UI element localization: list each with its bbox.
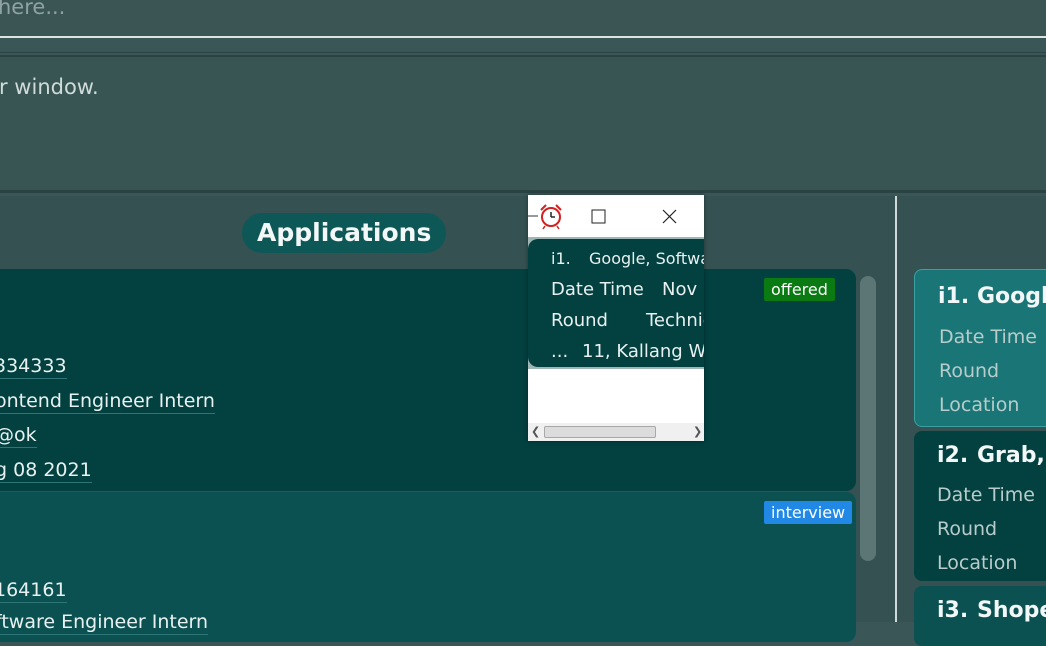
result-text: r window. — [0, 75, 99, 99]
application-role: ftware Engineer Intern — [0, 611, 209, 635]
interview-round-label: Round — [939, 360, 1000, 382]
interview-company: Shope — [977, 598, 1046, 623]
interview-location-label: Location — [937, 552, 1018, 574]
close-icon[interactable] — [662, 209, 677, 224]
reminder-window[interactable]: i1. Google, Software Date Time Nov Round… — [528, 195, 704, 441]
reminder-datetime-value: Nov — [662, 279, 698, 300]
scroll-left-arrow-icon[interactable]: ❮ — [531, 425, 540, 438]
interview-card[interactable]: i3. Shope — [914, 586, 1046, 646]
window-titlebar[interactable] — [528, 195, 704, 237]
interview-card[interactable]: i1. Google Date Time Round Location — [914, 269, 1046, 427]
reminder-card: i1. Google, Software Date Time Nov Round… — [528, 239, 704, 367]
reminder-index: i1. — [551, 249, 571, 268]
divider — [0, 192, 1046, 193]
reminder-datetime-label: Date Time — [551, 279, 644, 300]
command-input[interactable]: here... — [0, 0, 1046, 38]
interview-company: Grab, I — [977, 443, 1046, 468]
interview-card[interactable]: i2. Grab, I Date Time Round Location — [914, 431, 1046, 581]
maximize-icon[interactable] — [591, 209, 606, 224]
horizontal-scrollbar[interactable]: ❮ ❯ — [528, 423, 704, 441]
scroll-right-arrow-icon[interactable]: ❯ — [693, 425, 702, 438]
application-phone: 164161 — [0, 579, 67, 603]
application-phone: 334333 — [0, 355, 67, 379]
reminder-location-value: 11, Kallang Way — [582, 341, 704, 362]
application-email: @ok — [0, 424, 37, 448]
reminder-title: Google, Software — [589, 249, 704, 268]
window-content: i1. Google, Software Date Time Nov Round… — [528, 237, 704, 369]
divider — [0, 52, 1046, 53]
interview-location-label: Location — [939, 394, 1020, 416]
interview-index: i1. — [938, 284, 970, 309]
application-date: g 08 2021 — [0, 459, 92, 483]
status-badge-offered: offered — [764, 278, 835, 301]
application-card[interactable]: offered 334333 ontend Engineer Intern @o… — [0, 269, 856, 491]
alarm-clock-icon — [528, 204, 562, 230]
interview-company: Google — [977, 284, 1046, 309]
applications-scrollbar[interactable] — [860, 276, 876, 561]
application-card[interactable]: interview 164161 ftware Engineer Intern — [0, 492, 856, 642]
reminder-round-label: Round — [551, 310, 608, 331]
status-badge-interview: interview — [764, 501, 853, 524]
application-role: ontend Engineer Intern — [0, 390, 215, 414]
result-display: r window. — [0, 55, 1046, 192]
interview-index: i2. — [937, 443, 969, 468]
scrollbar-thumb[interactable] — [544, 426, 656, 438]
reminder-round-value: Technical — [646, 310, 704, 331]
interview-datetime-label: Date Time — [939, 326, 1037, 348]
applications-title: Applications — [242, 213, 447, 253]
interview-datetime-label: Date Time — [937, 484, 1035, 506]
command-placeholder: here... — [0, 0, 66, 19]
reminder-location-prefix: ... — [551, 341, 569, 362]
interview-index: i3. — [937, 598, 969, 623]
interview-round-label: Round — [937, 518, 998, 540]
